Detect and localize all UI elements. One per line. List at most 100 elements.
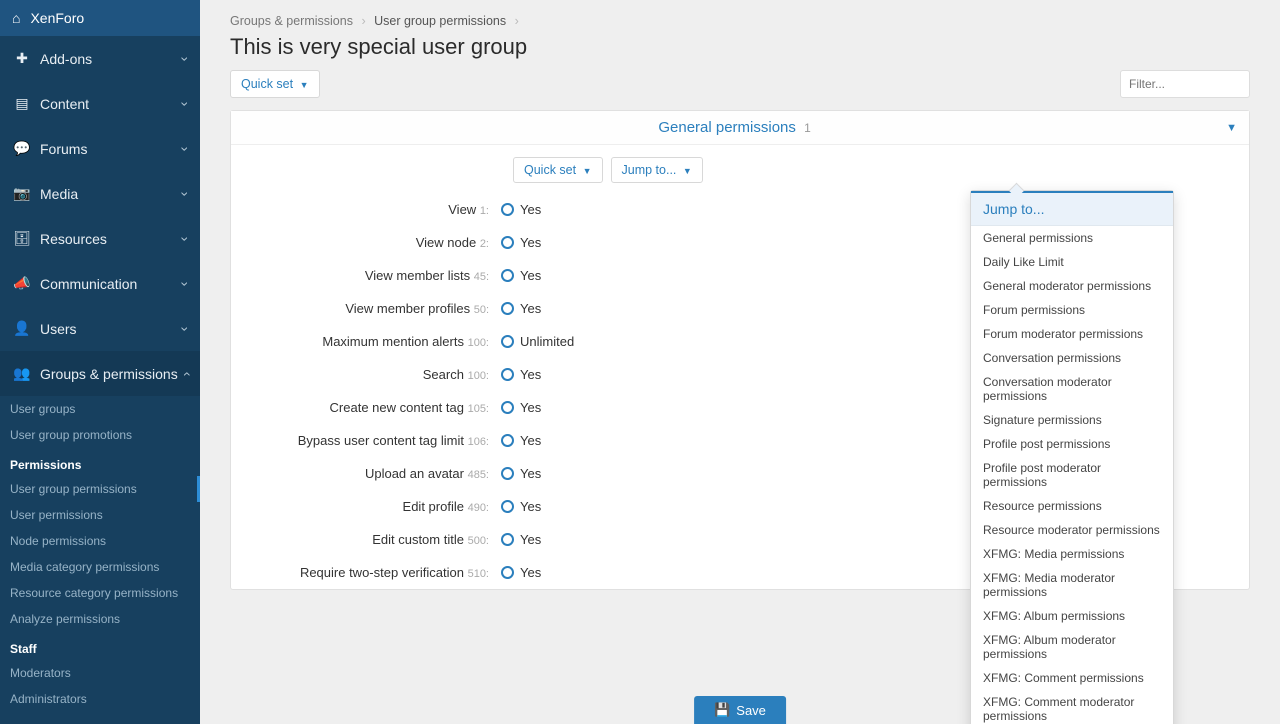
sidebar-item-resources[interactable]: 🗄 Resources (0, 216, 200, 261)
radio-icon[interactable] (501, 335, 514, 348)
radio-icon[interactable] (501, 566, 514, 579)
dropdown-item[interactable]: Forum moderator permissions (971, 322, 1173, 346)
sidebar-item-forums[interactable]: 💬Forums (0, 126, 200, 171)
dropdown-item[interactable]: XFMG: Comment moderator permissions (971, 690, 1173, 724)
sidebar-item-media[interactable]: 📷 Media (0, 171, 200, 216)
sidebar-header[interactable]: ⌂ XenForo (0, 0, 200, 36)
jump-to-button[interactable]: Jump to... ▼ (611, 157, 703, 183)
section-icon: 👤 (12, 320, 32, 337)
permission-value[interactable]: Yes (501, 400, 541, 415)
sidebar-item-users[interactable]: 👤Users (0, 306, 200, 351)
permissions-heading: Permissions (0, 448, 200, 476)
dropdown-item[interactable]: XFMG: Media permissions (971, 542, 1173, 566)
panel-header[interactable]: General permissions 1 ▼ (231, 111, 1249, 145)
permission-value[interactable]: Yes (501, 532, 541, 547)
permission-value[interactable]: Yes (501, 499, 541, 514)
chevron-down-icon (183, 321, 188, 337)
chevron-down-icon (183, 141, 188, 157)
permission-label: Upload an avatar 485: (231, 466, 501, 481)
permission-label: Search 100: (231, 367, 501, 382)
radio-icon[interactable] (501, 500, 514, 513)
permission-value[interactable]: Unlimited (501, 334, 574, 349)
sidebar-item-label: Media (40, 186, 78, 202)
sidebar-subitem[interactable]: Media category permissions (0, 554, 200, 580)
chevron-down-icon (183, 186, 188, 202)
permission-value[interactable]: Yes (501, 235, 541, 250)
permission-value[interactable]: Yes (501, 202, 541, 217)
radio-icon[interactable] (501, 533, 514, 546)
section-icon: 🗄 (12, 230, 32, 247)
permission-value[interactable]: Yes (501, 367, 541, 382)
dropdown-item[interactable]: Resource permissions (971, 494, 1173, 518)
sidebar-item-add-ons[interactable]: ✚Add-ons (0, 36, 200, 81)
sidebar-item-label: Content (40, 96, 89, 112)
sidebar-subitem[interactable]: User groups (0, 396, 200, 422)
radio-icon[interactable] (501, 203, 514, 216)
sidebar-item-content[interactable]: ▤Content (0, 81, 200, 126)
dropdown-item[interactable]: XFMG: Media moderator permissions (971, 566, 1173, 604)
sidebar-subitem[interactable]: User group permissions (0, 476, 200, 502)
dropdown-item[interactable]: Signature permissions (971, 408, 1173, 432)
permission-label: Edit profile 490: (231, 499, 501, 514)
radio-icon[interactable] (501, 434, 514, 447)
home-icon: ⌂ (12, 10, 20, 26)
save-label: Save (736, 703, 766, 718)
radio-icon[interactable] (501, 467, 514, 480)
dropdown-item[interactable]: XFMG: Comment permissions (971, 666, 1173, 690)
radio-icon[interactable] (501, 236, 514, 249)
dropdown-item[interactable]: General permissions (971, 226, 1173, 250)
dropdown-header: Jump to... (971, 191, 1173, 226)
sidebar-item-label: Resources (40, 231, 107, 247)
permission-label: Create new content tag 105: (231, 400, 501, 415)
sidebar-item-label: Groups & permissions (40, 366, 178, 382)
permission-value[interactable]: Yes (501, 466, 541, 481)
sidebar-subitem[interactable]: Administrators (0, 686, 200, 712)
filter-input[interactable] (1120, 70, 1250, 98)
dropdown-item[interactable]: General moderator permissions (971, 274, 1173, 298)
dropdown-item[interactable]: XFMG: Album moderator permissions (971, 628, 1173, 666)
permission-label: Require two-step verification 510: (231, 565, 501, 580)
section-icon: 📷 (12, 185, 32, 202)
dropdown-item[interactable]: Conversation permissions (971, 346, 1173, 370)
dropdown-item[interactable]: Forum permissions (971, 298, 1173, 322)
permission-label: Maximum mention alerts 100: (231, 334, 501, 349)
dropdown-item[interactable]: XFMG: Album permissions (971, 604, 1173, 628)
dropdown-item[interactable]: Conversation moderator permissions (971, 370, 1173, 408)
sidebar-subitem[interactable]: Resource category permissions (0, 580, 200, 606)
quick-set-button[interactable]: Quick set ▼ (230, 70, 320, 98)
caret-down-icon: ▼ (683, 166, 692, 176)
chevron-down-icon (183, 51, 188, 67)
sidebar-subitem[interactable]: Node permissions (0, 528, 200, 554)
save-icon: 💾 (714, 702, 730, 718)
sidebar-item-label: Communication (40, 276, 137, 292)
sidebar-subitem[interactable]: Moderators (0, 660, 200, 686)
radio-icon[interactable] (501, 269, 514, 282)
dropdown-item[interactable]: Profile post permissions (971, 432, 1173, 456)
permission-value[interactable]: Yes (501, 301, 541, 316)
chevron-down-icon (183, 231, 188, 247)
permission-value[interactable]: Yes (501, 268, 541, 283)
chevron-right-icon: › (515, 14, 519, 28)
caret-down-icon[interactable]: ▼ (1226, 122, 1237, 134)
dropdown-item[interactable]: Daily Like Limit (971, 250, 1173, 274)
permission-value[interactable]: Yes (501, 565, 541, 580)
radio-icon[interactable] (501, 302, 514, 315)
sidebar-item-appearance[interactable]: 🖼 Appearance (0, 712, 200, 724)
caret-down-icon: ▼ (583, 166, 592, 176)
save-button[interactable]: 💾 Save (694, 696, 786, 724)
breadcrumb-parent[interactable]: Groups & permissions (230, 14, 353, 28)
permission-label: View member lists 45: (231, 268, 501, 283)
sidebar-subitem[interactable]: User group promotions (0, 422, 200, 448)
permission-value[interactable]: Yes (501, 433, 541, 448)
section-quick-set-button[interactable]: Quick set ▼ (513, 157, 603, 183)
breadcrumb-current[interactable]: User group permissions (374, 14, 506, 28)
sidebar-item-communication[interactable]: 📣Communication (0, 261, 200, 306)
radio-icon[interactable] (501, 401, 514, 414)
dropdown-item[interactable]: Resource moderator permissions (971, 518, 1173, 542)
users-icon: 👥 (12, 365, 32, 382)
radio-icon[interactable] (501, 368, 514, 381)
dropdown-item[interactable]: Profile post moderator permissions (971, 456, 1173, 494)
sidebar-subitem[interactable]: Analyze permissions (0, 606, 200, 632)
sidebar-subitem[interactable]: User permissions (0, 502, 200, 528)
sidebar-item-groups-permissions[interactable]: 👥 Groups & permissions (0, 351, 200, 396)
